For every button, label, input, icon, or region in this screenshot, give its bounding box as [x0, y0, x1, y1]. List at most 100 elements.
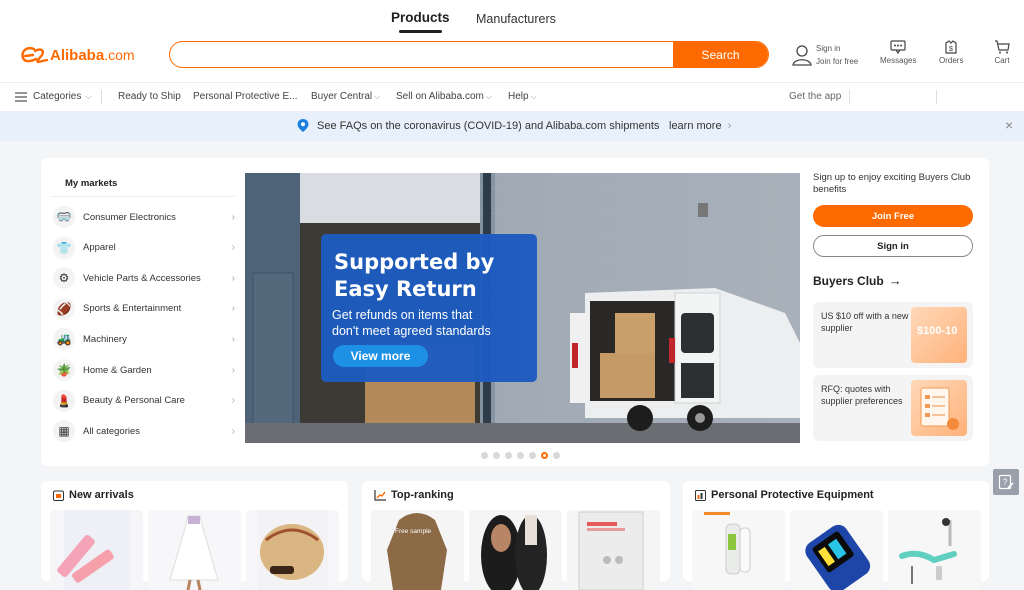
free-sample-label: Free sample — [395, 528, 432, 535]
join-free-link[interactable]: Join for free — [816, 55, 858, 68]
messages-button[interactable]: Messages — [880, 40, 916, 65]
market-item[interactable]: 👕 Apparel › — [53, 235, 239, 261]
product-thumb-hoodie[interactable]: Free sample — [371, 510, 464, 590]
cart-icon — [995, 40, 1010, 54]
join-free-button[interactable]: Join Free — [813, 205, 973, 227]
chevron-right-icon: › — [231, 303, 235, 315]
buyers-club-link[interactable]: Buyers Club → — [813, 273, 973, 288]
product-thumb-dress[interactable] — [148, 510, 241, 590]
chevron-right-icon: › — [231, 425, 235, 437]
nav-buyer-central[interactable]: Buyer Central ⌵ — [311, 91, 380, 102]
divider — [51, 196, 236, 197]
white-dress-image — [148, 510, 241, 590]
promo-banner[interactable]: Supported by Easy Return Get refunds on … — [245, 173, 800, 443]
market-item[interactable]: 🪴 Home & Garden › — [53, 357, 239, 383]
promo-coupon-text: US $10 off with a new supplier — [821, 311, 909, 333]
view-more-button[interactable]: View more — [333, 345, 428, 367]
market-item[interactable]: 💄 Beauty & Personal Care › — [53, 388, 239, 414]
nav-divider — [101, 90, 102, 104]
close-icon[interactable]: × — [1005, 117, 1013, 133]
product-thumb-lip-gloss[interactable] — [50, 510, 143, 590]
sports-gear-icon: 🏈 — [53, 297, 75, 320]
chevron-down-icon: ⌵ — [485, 92, 492, 101]
search-bar: Search — [169, 41, 769, 68]
logo-brand: Alibaba — [50, 46, 105, 64]
nav-ppe[interactable]: Personal Protective E... — [193, 91, 298, 102]
nav-ready-to-ship[interactable]: Ready to Ship — [118, 91, 181, 102]
nav-divider — [936, 90, 937, 104]
cart-button[interactable]: Cart — [994, 40, 1010, 65]
search-input[interactable] — [170, 42, 673, 67]
promo-card-coupon[interactable]: US $10 off with a new supplier $100-10 — [813, 302, 973, 368]
account-signin[interactable]: Sign in Join for free — [792, 42, 858, 68]
chevron-right-icon: › — [231, 333, 235, 345]
sign-in-button[interactable]: Sign in — [813, 235, 973, 257]
market-item[interactable]: ⚙ Vehicle Parts & Accessories › — [53, 265, 239, 291]
baseball-glove-image — [258, 510, 328, 590]
tab-products[interactable]: Products — [391, 10, 450, 33]
categories-menu[interactable]: Categories ⌵ — [15, 91, 91, 102]
carousel-dot[interactable] — [505, 452, 512, 459]
get-the-app-link[interactable]: Get the app — [789, 91, 841, 102]
chevron-right-icon: › — [231, 395, 235, 407]
product-thumb-dental-chair[interactable] — [888, 510, 981, 590]
market-item[interactable]: 🥽 Consumer Electronics › — [53, 204, 239, 230]
product-thumb-glove[interactable] — [246, 510, 339, 590]
hero-card: My markets 🥽 Consumer Electronics › 👕 Appare… — [41, 158, 989, 466]
banner-subtitle: Get refunds on items that don't meet agr… — [332, 307, 491, 339]
dental-chair-image — [888, 510, 981, 590]
market-item[interactable]: 🏈 Sports & Entertainment › — [53, 296, 239, 322]
excavator-icon: 🚜 — [53, 328, 75, 351]
thermometer-image — [692, 510, 785, 590]
location-pin-icon — [297, 119, 309, 132]
product-thumb-wig[interactable] — [469, 510, 562, 590]
alibaba-logo[interactable]: Alibaba .com — [20, 45, 135, 65]
clipboard-icon — [920, 387, 959, 430]
banner-subtitle-line2: don't meet agreed standards — [332, 324, 491, 338]
chevron-down-icon: ⌵ — [85, 91, 92, 101]
sign-in-link[interactable]: Sign in — [816, 42, 858, 55]
pulse-oximeter-image — [790, 510, 883, 590]
carousel-dot[interactable] — [529, 452, 536, 459]
search-button[interactable]: Search — [673, 42, 768, 67]
carousel-dot[interactable] — [541, 452, 548, 459]
top-ranking-title[interactable]: Top-ranking — [374, 489, 454, 501]
vr-headset-icon: 🥽 — [53, 206, 75, 228]
banner-subtitle-line1: Get refunds on items that — [332, 308, 473, 322]
market-item[interactable]: 🚜 Machinery › — [53, 326, 239, 352]
market-item-label: Apparel — [83, 242, 116, 254]
section-title-text: Top-ranking — [391, 489, 454, 501]
carousel-dot[interactable] — [493, 452, 500, 459]
curly-wig-image — [469, 510, 562, 590]
market-item[interactable]: ▦ All categories › — [53, 418, 239, 444]
carousel-dot[interactable] — [553, 452, 560, 459]
new-arrivals-title[interactable]: New arrivals — [53, 489, 134, 501]
new-arrivals-icon — [53, 490, 64, 501]
nav-buyer-central-label: Buyer Central — [311, 91, 373, 102]
learn-more-link[interactable]: learn more › — [669, 120, 731, 132]
carousel-dot[interactable] — [517, 452, 524, 459]
alibaba-logo-icon — [21, 47, 49, 64]
chevron-down-icon: ⌵ — [374, 92, 381, 101]
ppe-title[interactable]: Personal Protective Equipment — [695, 489, 874, 501]
coupon-image-text: $100-10 — [917, 325, 958, 337]
lip-gloss-image — [57, 510, 130, 590]
orders-button[interactable]: $ Orders — [939, 40, 963, 65]
carousel-dot[interactable] — [481, 452, 488, 459]
market-item-label: All categories — [83, 425, 141, 437]
notice-text: See FAQs on the coronavirus (COVID-19) a… — [317, 120, 660, 132]
tab-manufacturers[interactable]: Manufacturers — [476, 12, 556, 26]
feedback-button[interactable]: ? — [993, 469, 1019, 495]
messages-label: Messages — [880, 56, 917, 65]
earbuds-box-image — [567, 510, 660, 590]
market-item-label: Sports & Entertainment — [83, 303, 182, 315]
banner-title: Supported by Easy Return — [334, 249, 494, 303]
product-thumb-thermometer[interactable] — [692, 510, 785, 590]
nav-help[interactable]: Help ⌵ — [508, 91, 537, 102]
product-thumb-oximeter[interactable] — [790, 510, 883, 590]
signup-text: Sign up to enjoy exciting Buyers Club be… — [813, 172, 971, 195]
promo-card-rfq[interactable]: RFQ: quotes with supplier preferences — [813, 375, 973, 441]
coupon-image: $100-10 — [911, 307, 967, 363]
nav-sell[interactable]: Sell on Alibaba.com ⌵ — [396, 91, 492, 102]
product-thumb-earbuds[interactable] — [567, 510, 660, 590]
